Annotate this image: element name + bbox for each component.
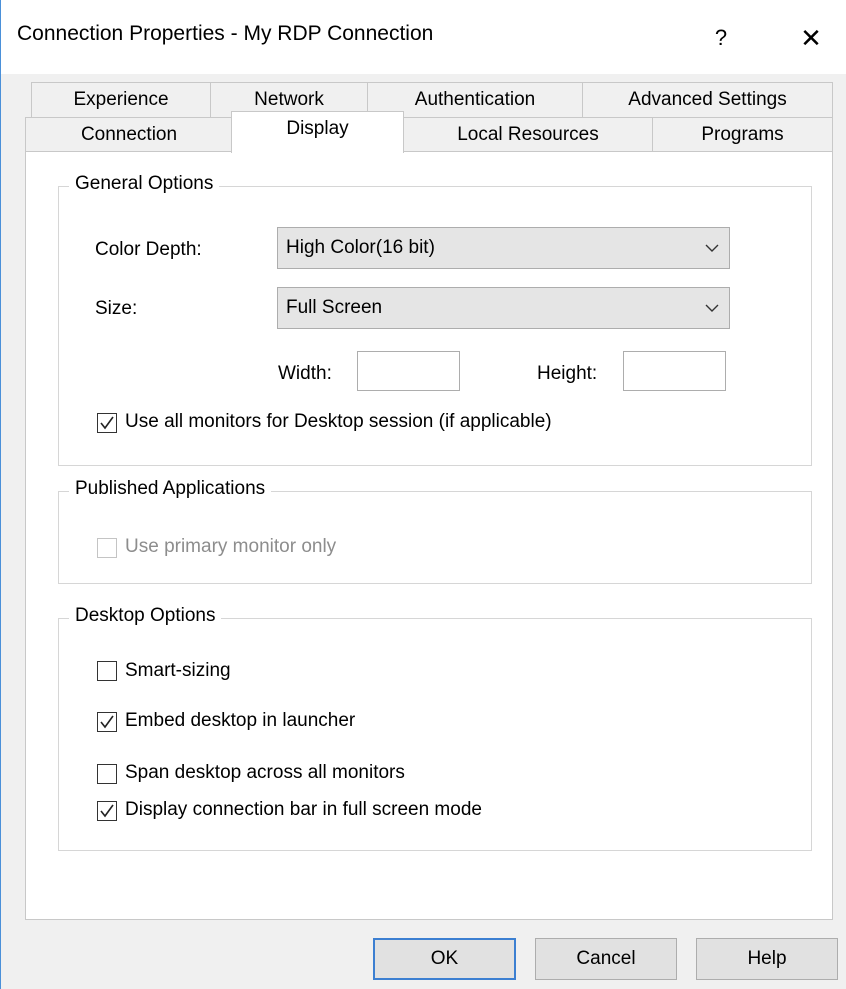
ok-button[interactable]: OK: [373, 938, 516, 980]
tab-advanced-settings[interactable]: Advanced Settings: [582, 82, 833, 118]
width-label: Width:: [278, 363, 332, 384]
tab-experience[interactable]: Experience: [31, 82, 211, 118]
color-depth-value: High Color(16 bit): [286, 237, 435, 258]
span-desktop-checkbox[interactable]: [97, 764, 117, 784]
tab-connection[interactable]: Connection: [25, 117, 233, 153]
general-options-title: General Options: [69, 173, 220, 195]
close-button[interactable]: ✕: [789, 18, 833, 58]
chevron-down-icon: [705, 244, 719, 252]
use-all-monitors-label: Use all monitors for Desktop session (if…: [125, 411, 552, 432]
cancel-button[interactable]: Cancel: [535, 938, 677, 980]
display-tab-panel: General Options Color Depth: High Color(…: [25, 151, 833, 920]
help-title-button[interactable]: ?: [701, 18, 741, 58]
use-all-monitors-checkbox[interactable]: [97, 413, 117, 433]
size-dropdown[interactable]: Full Screen: [277, 287, 730, 329]
height-input[interactable]: [623, 351, 726, 391]
connection-bar-checkbox[interactable]: [97, 801, 117, 821]
height-label: Height:: [537, 363, 598, 384]
use-primary-monitor-checkbox[interactable]: [97, 538, 117, 558]
span-desktop-label: Span desktop across all monitors: [125, 762, 405, 783]
published-applications-title: Published Applications: [69, 478, 272, 500]
desktop-options-group: Desktop Options Smart-sizing Embed deskt…: [58, 605, 812, 851]
embed-desktop-label: Embed desktop in launcher: [125, 710, 356, 731]
use-primary-monitor-label: Use primary monitor only: [125, 536, 337, 557]
general-options-group: General Options Color Depth: High Color(…: [58, 173, 812, 466]
published-applications-group: Published Applications Use primary monit…: [58, 478, 812, 584]
width-input[interactable]: [357, 351, 460, 391]
smart-sizing-checkbox[interactable]: [97, 661, 117, 681]
connection-bar-label: Display connection bar in full screen mo…: [125, 799, 482, 820]
smart-sizing-label: Smart-sizing: [125, 660, 231, 681]
desktop-options-title: Desktop Options: [69, 605, 222, 627]
size-value: Full Screen: [286, 297, 383, 318]
color-depth-label: Color Depth:: [95, 239, 202, 260]
dialog-window: Connection Properties - My RDP Connectio…: [0, 0, 846, 989]
embed-desktop-checkbox[interactable]: [97, 712, 117, 732]
title-bar: Connection Properties - My RDP Connectio…: [1, 0, 846, 74]
color-depth-dropdown[interactable]: High Color(16 bit): [277, 227, 730, 269]
checkmark-icon: [100, 715, 114, 729]
checkmark-icon: [100, 804, 114, 818]
tab-display[interactable]: Display: [231, 111, 404, 153]
chevron-down-icon: [705, 304, 719, 312]
size-label: Size:: [95, 298, 138, 319]
window-title: Connection Properties - My RDP Connectio…: [17, 22, 434, 45]
tab-programs[interactable]: Programs: [652, 117, 833, 153]
checkmark-icon: [100, 416, 114, 430]
tab-local-resources[interactable]: Local Resources: [403, 117, 653, 153]
help-button[interactable]: Help: [696, 938, 838, 980]
